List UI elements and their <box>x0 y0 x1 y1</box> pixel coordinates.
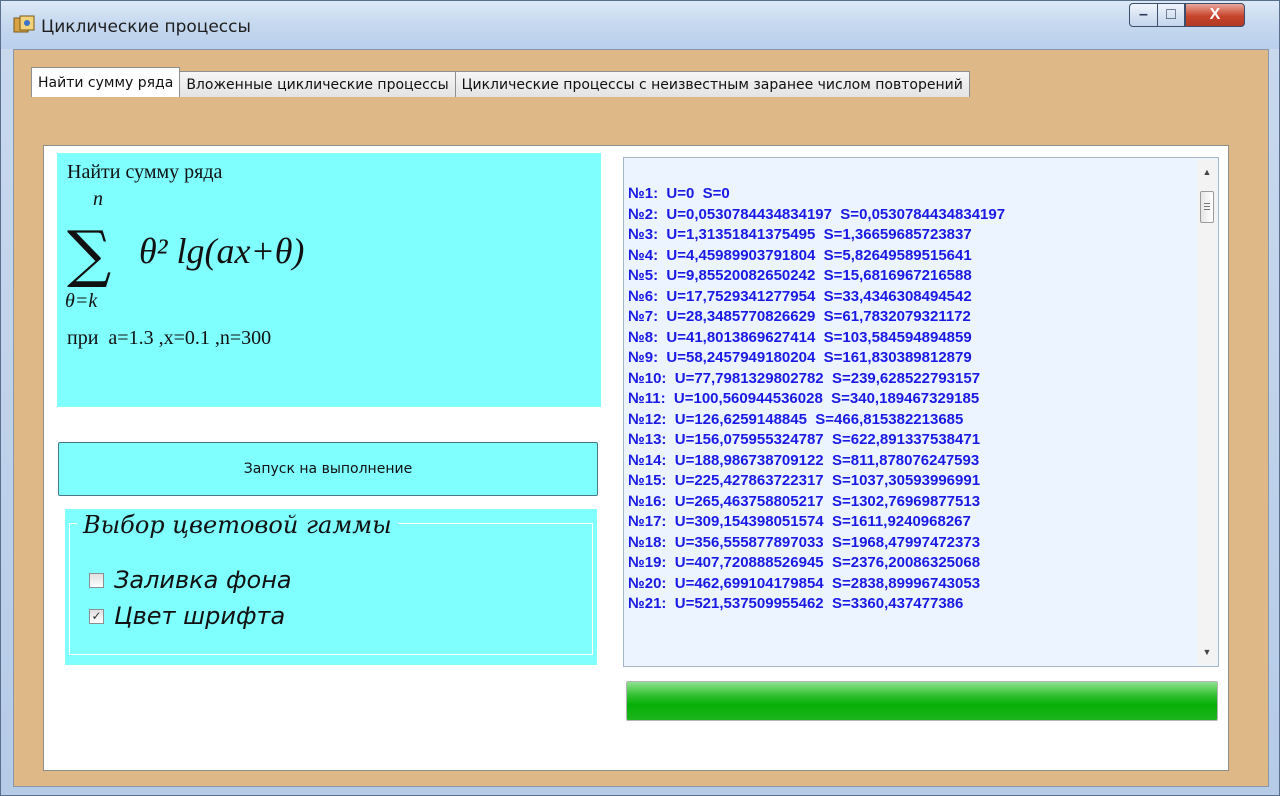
result-line[interactable]: №9: U=58,2457949180204 S=161,83038981287… <box>628 348 1188 369</box>
formula-parameters: при a=1.3 ,x=0.1 ,n=300 <box>67 327 272 349</box>
results-listbox[interactable]: №1: U=0 S=0 №2: U=0,0530784434834197 S=0,… <box>623 157 1219 667</box>
sigma-symbol: ∑ <box>67 217 111 290</box>
background-fill-label[interactable]: Заливка фона <box>114 566 292 594</box>
result-line[interactable]: №17: U=309,154398051574 S=1611,924096826… <box>628 512 1188 533</box>
tab-strip: Найти сумму ряда Вложенные циклические п… <box>31 67 970 97</box>
close-button[interactable]: X <box>1185 3 1245 27</box>
minimize-icon: – <box>1139 6 1148 23</box>
progress-fill <box>627 682 1217 720</box>
sum-upper-limit: n <box>93 189 103 210</box>
font-color-checkbox[interactable]: ✓ <box>89 608 104 624</box>
checkmark-icon: ✓ <box>91 609 102 623</box>
thumb-grip <box>1204 206 1210 207</box>
results-list: №1: U=0 S=0 №2: U=0,0530784434834197 S=0,… <box>628 184 1188 615</box>
result-line[interactable]: №7: U=28,3485770826629 S=61,783207932117… <box>628 307 1188 328</box>
result-line[interactable]: №6: U=17,7529341277954 S=33,434630849454… <box>628 287 1188 308</box>
result-line[interactable]: №19: U=407,720888526945 S=2376,200863250… <box>628 553 1188 574</box>
result-line[interactable]: №18: U=356,555877897033 S=1968,479974723… <box>628 533 1188 554</box>
result-line[interactable]: №14: U=188,986738709122 S=811,8780762475… <box>628 451 1188 472</box>
maximize-button[interactable]: □ <box>1157 3 1185 27</box>
vertical-scrollbar[interactable]: ▲ ▼ <box>1197 159 1217 665</box>
result-line[interactable]: №20: U=462,699104179854 S=2838,899967430… <box>628 574 1188 595</box>
result-line[interactable]: №21: U=521,537509955462 S=3360,437477386 <box>628 594 1188 615</box>
result-line[interactable]: №4: U=4,45989903791804 S=5,8264958951564… <box>628 246 1188 267</box>
formula-title: Найти сумму ряда <box>67 161 223 183</box>
app-icon <box>13 15 35 33</box>
app-window: Циклические процессы – □ X Найти сумму р… <box>0 0 1280 796</box>
result-line[interactable]: №5: U=9,85520082650242 S=15,681696721658… <box>628 266 1188 287</box>
window-title: Циклические процессы <box>41 17 251 37</box>
result-line[interactable]: №8: U=41,8013869627414 S=103,58459489485… <box>628 328 1188 349</box>
color-scheme-groupbox: Выбор цветовой гаммы Заливка фона ✓ Цвет… <box>65 509 597 665</box>
progress-bar <box>626 681 1218 721</box>
result-line[interactable]: №15: U=225,427863722317 S=1037,305939969… <box>628 471 1188 492</box>
sum-expression: θ² lg(ax+θ) <box>139 231 304 271</box>
result-line[interactable]: №10: U=77,7981329802782 S=239,6285227931… <box>628 369 1188 390</box>
formula-panel: Найти сумму ряда n ∑ θ=k θ² lg(ax+θ) при… <box>57 153 601 407</box>
tab-find-series-sum[interactable]: Найти сумму ряда <box>31 67 181 97</box>
scroll-up-arrow-icon[interactable]: ▲ <box>1197 163 1217 181</box>
result-line[interactable]: №2: U=0,0530784434834197 S=0,05307844348… <box>628 205 1188 226</box>
formula-image: n ∑ θ=k θ² lg(ax+θ) <box>65 189 304 312</box>
scrollbar-thumb[interactable] <box>1200 191 1214 223</box>
result-line[interactable]: №12: U=126,6259148845 S=466,815382213685 <box>628 410 1188 431</box>
result-line[interactable]: №16: U=265,463758805217 S=1302,769698775… <box>628 492 1188 513</box>
maximize-icon: □ <box>1166 6 1176 23</box>
tab-nested-loops[interactable]: Вложенные циклические процессы <box>179 71 456 97</box>
tab-unknown-repeats[interactable]: Циклические процессы с неизвестным заран… <box>454 71 970 97</box>
window-controls: – □ X <box>1129 3 1273 29</box>
title-bar[interactable]: Циклические процессы – □ X <box>1 1 1279 49</box>
close-icon: X <box>1209 6 1221 23</box>
thumb-grip <box>1204 203 1210 204</box>
font-color-option[interactable]: ✓ Цвет шрифта <box>89 601 285 631</box>
font-color-label[interactable]: Цвет шрифта <box>114 602 285 630</box>
background-fill-checkbox[interactable] <box>89 572 104 588</box>
result-line[interactable]: №13: U=156,075955324787 S=622,8913375384… <box>628 430 1188 451</box>
sum-lower-limit: θ=k <box>65 290 98 312</box>
minimize-button[interactable]: – <box>1129 3 1157 27</box>
result-line[interactable]: №3: U=1,31351841375495 S=1,3665968572383… <box>628 225 1188 246</box>
scroll-down-arrow-icon[interactable]: ▼ <box>1197 643 1217 661</box>
groupbox-legend: Выбор цветовой гаммы <box>77 511 398 539</box>
result-line[interactable]: №11: U=100,560944536028 S=340,1894673291… <box>628 389 1188 410</box>
run-button[interactable]: Запуск на выполнение <box>58 442 598 496</box>
background-fill-option[interactable]: Заливка фона <box>89 565 292 595</box>
result-line[interactable]: №1: U=0 S=0 <box>628 184 1188 205</box>
thumb-grip <box>1204 209 1210 210</box>
